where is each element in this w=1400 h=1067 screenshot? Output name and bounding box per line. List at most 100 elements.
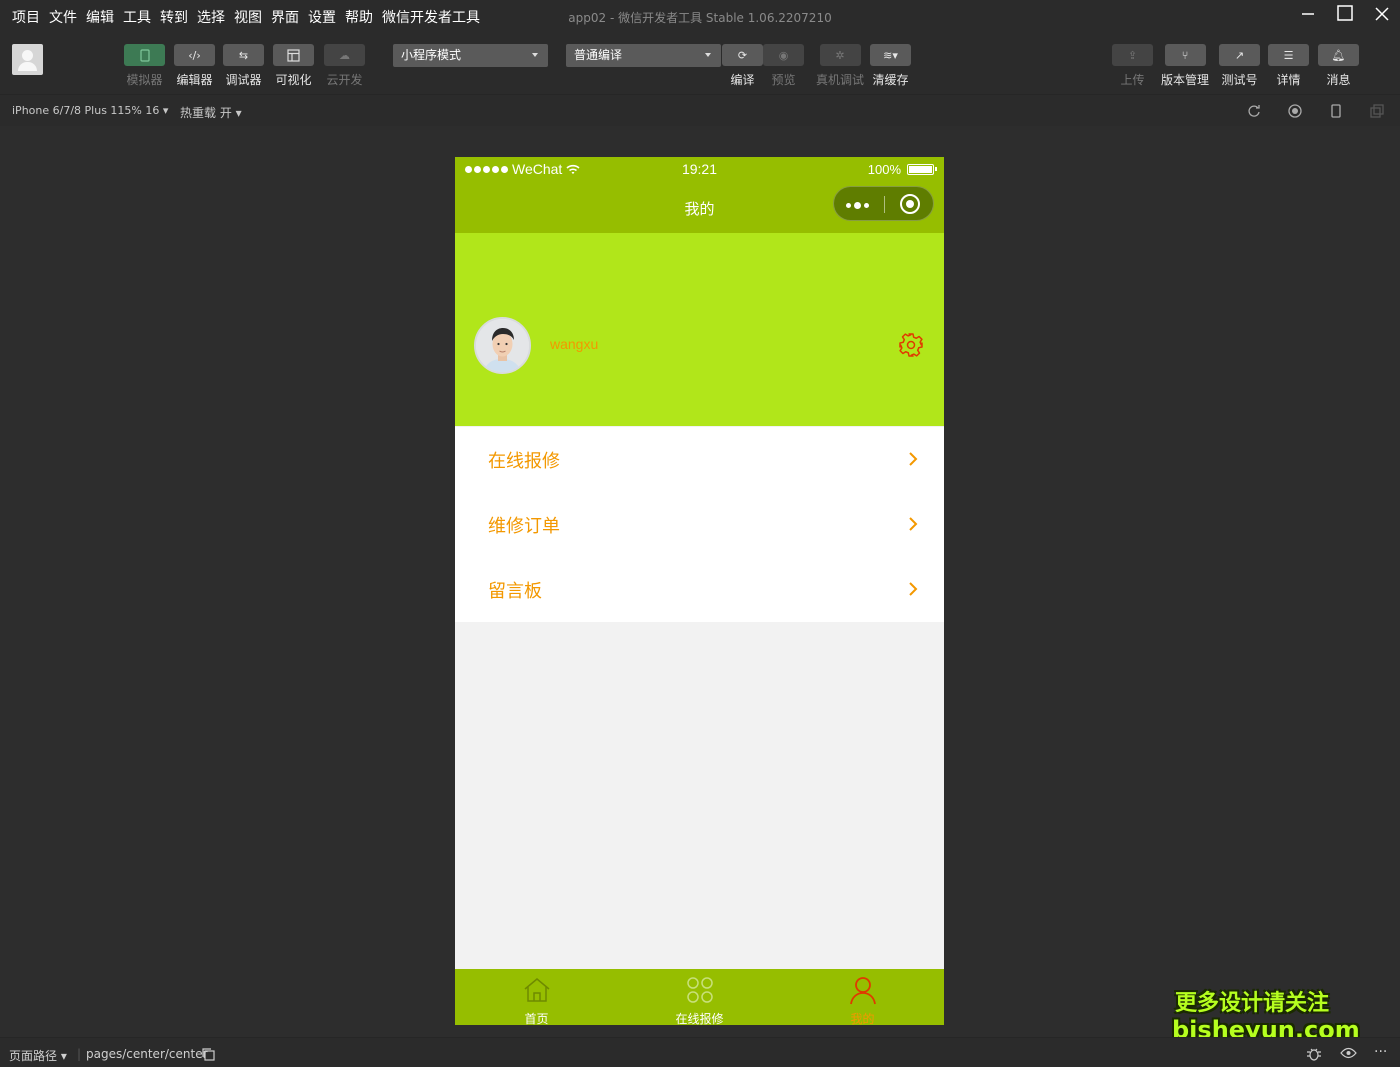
- compile-select-value: 普通编译: [574, 48, 623, 62]
- messages-button[interactable]: 🔔︎ 消息: [1318, 44, 1359, 88]
- cloud-button[interactable]: ☁ 云开发: [324, 44, 365, 88]
- layers-icon: ≋▾: [870, 44, 911, 66]
- page-path: pages/center/center: [86, 1047, 208, 1061]
- avatar[interactable]: [474, 317, 531, 374]
- upload-button[interactable]: ⇪ 上传: [1112, 44, 1153, 88]
- menu-select[interactable]: 选择: [197, 7, 225, 27]
- close-icon: [1375, 7, 1389, 21]
- simulator-label: 模拟器: [126, 73, 163, 87]
- bug-icon: ✲: [819, 44, 861, 66]
- debugger-button[interactable]: ⇆ 调试器: [223, 44, 264, 88]
- menu-item-label: 留言板: [488, 581, 542, 602]
- menu-item-repair-orders[interactable]: 维修订单: [455, 492, 944, 557]
- rotate-icon[interactable]: [1247, 104, 1261, 118]
- phone-simulator: WeChat 19:21 100% 我的 wangxu 在线报修 维修订单 留言…: [455, 157, 944, 1025]
- device-select[interactable]: iPhone 6/7/8 Plus 115% 16 ▾: [12, 104, 168, 117]
- menu-project[interactable]: 项目: [12, 7, 40, 27]
- user-icon: [850, 977, 876, 1005]
- more-icon[interactable]: [846, 202, 869, 209]
- tab-online-repair[interactable]: 在线报修: [618, 969, 781, 1025]
- preview-button[interactable]: ◉ 预览: [763, 44, 804, 88]
- capsule-close-icon[interactable]: [900, 194, 920, 214]
- mode-select-value: 小程序模式: [401, 48, 462, 62]
- editor-button[interactable]: ‹/› 编辑器: [174, 44, 215, 88]
- chevron-right-icon: [909, 517, 918, 531]
- bug-icon[interactable]: [1306, 1046, 1322, 1061]
- user-avatar[interactable]: [12, 44, 43, 75]
- menu-item-online-repair[interactable]: 在线报修: [455, 427, 944, 492]
- menu-icon: ☰: [1268, 44, 1309, 66]
- menu-wechat-devtools[interactable]: 微信开发者工具: [382, 7, 480, 27]
- minimize-button[interactable]: [1290, 4, 1326, 28]
- version-button[interactable]: ⑂ 版本管理: [1161, 44, 1209, 88]
- copy-icon[interactable]: [202, 1048, 215, 1061]
- menu-view[interactable]: 视图: [234, 7, 262, 27]
- menu-goto[interactable]: 转到: [160, 7, 188, 27]
- debugger-label: 调试器: [225, 73, 262, 87]
- tab-label: 在线报修: [675, 1012, 724, 1025]
- watermark-line1: 更多设计请关注: [1174, 991, 1329, 1016]
- footer-divider: |: [77, 1047, 82, 1061]
- eye-icon: ◉: [763, 44, 804, 66]
- upload-icon: ⇪: [1112, 44, 1153, 66]
- menu-interface[interactable]: 界面: [271, 7, 299, 27]
- test-account-button[interactable]: ↗ 测试号: [1219, 44, 1260, 88]
- menu-file[interactable]: 文件: [49, 7, 77, 27]
- menu-help[interactable]: 帮助: [345, 7, 373, 27]
- tab-mine[interactable]: 我的: [781, 969, 944, 1025]
- version-label: 版本管理: [1161, 73, 1210, 87]
- debugger-icon: ⇆: [223, 44, 264, 66]
- clear-cache-label: 清缓存: [872, 73, 909, 87]
- detach-window-icon[interactable]: [1370, 104, 1384, 118]
- caret-down-icon: [532, 53, 538, 57]
- test-account-label: 测试号: [1221, 73, 1258, 87]
- avatar-portrait-icon: [476, 319, 529, 372]
- bell-icon: 🔔︎: [1318, 44, 1359, 66]
- status-footer: 页面路径 ▾ | pages/center/center ···: [0, 1037, 1400, 1067]
- menu-item-label: 维修订单: [488, 516, 560, 537]
- phone-icon[interactable]: [1329, 104, 1343, 118]
- simulator-button[interactable]: 模拟器: [124, 44, 165, 88]
- details-button[interactable]: ☰ 详情: [1268, 44, 1309, 88]
- compile-button[interactable]: ⟳ 编译: [722, 44, 763, 88]
- menu-tools[interactable]: 工具: [123, 7, 151, 27]
- profile-header: wangxu: [455, 233, 944, 426]
- clear-cache-button[interactable]: ≋▾ 清缓存: [870, 44, 911, 88]
- tab-home[interactable]: 首页: [455, 969, 618, 1025]
- preview-label: 预览: [771, 73, 796, 87]
- menu-list: 项目 文件 编辑 工具 转到 选择 视图 界面 设置 帮助 微信开发者工具: [12, 7, 480, 27]
- menu-item-message-board[interactable]: 留言板: [455, 557, 944, 622]
- status-bar: WeChat 19:21 100%: [455, 157, 944, 181]
- maximize-button[interactable]: [1327, 4, 1363, 28]
- tab-bar: 首页 在线报修 我的: [455, 969, 944, 1025]
- cloud-label: 云开发: [326, 73, 363, 87]
- battery-icon: [907, 164, 937, 175]
- gear-icon[interactable]: [898, 332, 924, 358]
- menu-bar: 项目 文件 编辑 工具 转到 选择 视图 界面 设置 帮助 微信开发者工具 ap…: [0, 0, 1400, 34]
- more-icon[interactable]: ···: [1374, 1044, 1387, 1060]
- battery-percent: 100%: [867, 162, 901, 177]
- maximize-icon: [1337, 5, 1353, 21]
- tab-label: 首页: [524, 1012, 549, 1025]
- upload-label: 上传: [1120, 73, 1145, 87]
- compile-label: 编译: [730, 73, 755, 87]
- mode-select[interactable]: 小程序模式: [393, 44, 548, 67]
- hot-reload-toggle[interactable]: 热重载 开 ▾: [180, 104, 242, 121]
- compile-select[interactable]: 普通编译: [566, 44, 721, 67]
- real-debug-button[interactable]: ✲ 真机调试: [816, 44, 864, 88]
- editor-label: 编辑器: [176, 73, 213, 87]
- minimize-icon: [1302, 13, 1314, 15]
- page-path-toggle[interactable]: 页面路径 ▾: [9, 1047, 67, 1064]
- toolbar: 模拟器 ‹/› 编辑器 ⇆ 调试器 可视化 ☁ 云开发 小程序模式 普通编译 ⟳…: [0, 34, 1400, 94]
- battery-info: 100%: [867, 162, 937, 177]
- username: wangxu: [550, 336, 599, 352]
- capsule-menu: [833, 186, 934, 221]
- chevron-right-icon: [909, 582, 918, 596]
- close-window-button[interactable]: [1364, 4, 1400, 28]
- menu-settings[interactable]: 设置: [308, 7, 336, 27]
- record-icon[interactable]: [1288, 104, 1302, 118]
- center-menu: 在线报修 维修订单 留言板: [455, 427, 944, 622]
- visual-button[interactable]: 可视化: [273, 44, 314, 88]
- menu-edit[interactable]: 编辑: [86, 7, 114, 27]
- eye-icon[interactable]: [1340, 1047, 1357, 1059]
